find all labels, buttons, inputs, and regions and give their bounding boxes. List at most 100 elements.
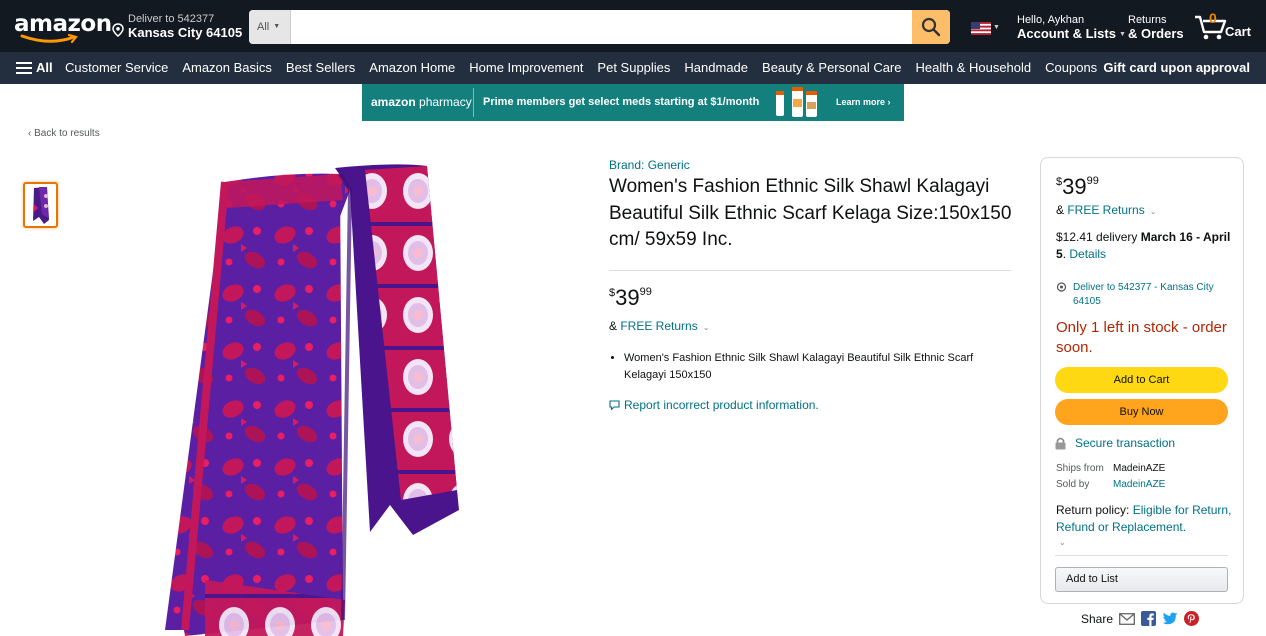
nav-items: Customer Service Amazon Basics Best Sell… <box>65 60 1097 75</box>
title-divider <box>609 270 1011 271</box>
deliver-line1: Deliver to 542377 <box>128 13 215 25</box>
product-thumbnail[interactable] <box>23 182 58 228</box>
us-flag-icon[interactable] <box>971 22 991 35</box>
buybox-free-returns: & FREE Returns ⌄ <box>1056 203 1156 217</box>
search-category-select[interactable]: All ▼ <box>249 10 291 44</box>
product-brand-link[interactable]: Brand: Generic <box>609 158 690 172</box>
sold-by-row: Sold by MadeinAZE <box>1056 477 1165 493</box>
buy-box: $3999 & FREE Returns ⌄ $12.41 delivery Ma… <box>1040 157 1244 604</box>
delivery-details-link[interactable]: Details <box>1069 247 1106 261</box>
nav-item-pet-supplies[interactable]: Pet Supplies <box>597 60 670 75</box>
add-to-list-button[interactable]: Add to List <box>1055 567 1228 592</box>
free-returns: & FREE Returns ⌄ <box>609 319 709 333</box>
back-to-results-link[interactable]: ‹ Back to results <box>28 128 100 139</box>
cart-label: Cart <box>1225 24 1252 39</box>
buy-now-button[interactable]: Buy Now <box>1055 399 1228 425</box>
nav-item-handmade[interactable]: Handmade <box>684 60 748 75</box>
comment-icon <box>609 400 620 410</box>
nav-gift-card-link[interactable]: Gift card upon approval <box>1103 60 1250 75</box>
search-category-label: All <box>257 21 270 33</box>
buybox-price-fraction: 99 <box>1086 175 1099 187</box>
ships-from-value: MadeinAZE <box>1113 463 1166 474</box>
chevron-down-icon[interactable]: ⌄ <box>1150 207 1157 216</box>
free-returns-prefix: & <box>609 319 621 333</box>
nav-item-coupons[interactable]: Coupons <box>1045 60 1097 75</box>
buybox-free-prefix: & <box>1056 203 1068 217</box>
language-caret-icon: ▼ <box>993 24 1000 31</box>
price-whole: 39 <box>615 285 640 310</box>
logo-smile-icon <box>20 34 78 44</box>
deliver-line2: Kansas City 64105 <box>128 25 243 40</box>
nav-item-health[interactable]: Health & Household <box>916 60 1032 75</box>
report-text: Report incorrect product information. <box>624 398 819 412</box>
return-policy-label: Return policy: <box>1056 503 1133 517</box>
nav-bar: All Customer Service Amazon Basics Best … <box>0 52 1266 84</box>
search-input[interactable] <box>291 10 911 44</box>
nav-item-beauty[interactable]: Beauty & Personal Care <box>762 60 901 75</box>
secure-text: Secure transaction <box>1075 436 1176 450</box>
pharmacy-banner[interactable]: amazon pharmacy Prime members get select… <box>362 84 904 121</box>
all-menu-label: All <box>36 60 53 75</box>
share-row: Share <box>1081 611 1200 626</box>
nav-item-best-sellers[interactable]: Best Sellers <box>286 60 355 75</box>
product-main-image[interactable] <box>165 160 475 636</box>
pharmacy-logo: amazon pharmacy <box>371 95 472 109</box>
email-icon[interactable] <box>1119 612 1135 625</box>
secure-transaction-link[interactable]: Secure transaction <box>1055 436 1175 450</box>
medicine-bottles-icon <box>776 87 817 117</box>
bullet-item: Women's Fashion Ethnic Silk Shawl Kalaga… <box>624 350 1009 384</box>
report-incorrect-info-link[interactable]: Report incorrect product information. <box>609 398 819 412</box>
product-price: $3999 <box>609 285 652 311</box>
buybox-price-whole: 39 <box>1062 174 1087 199</box>
returns-label: Returns <box>1128 14 1167 26</box>
free-returns-link[interactable]: FREE Returns <box>620 319 697 333</box>
return-policy: Return policy: Eligible for Return, Refu… <box>1056 502 1236 536</box>
account-lists[interactable]: Hello, Aykhan Account & Lists ▼ <box>1017 14 1126 41</box>
chevron-down-icon[interactable]: ⌄ <box>1059 538 1066 547</box>
all-menu-button[interactable]: All <box>16 60 53 75</box>
buybox-deliver-to-link[interactable]: Deliver to 542377 - Kansas City 64105 <box>1056 281 1236 309</box>
cart-count: 0 <box>1209 10 1217 26</box>
location-pin-icon <box>112 23 124 37</box>
delivery-info: $12.41 delivery March 16 - April 5. Deta… <box>1056 229 1236 263</box>
account-label: Account & Lists ▼ <box>1017 26 1126 41</box>
delivery-cost: $12.41 delivery <box>1056 230 1141 244</box>
returns-orders[interactable]: Returns & Orders <box>1128 14 1184 41</box>
product-bullets: Women's Fashion Ethnic Silk Shawl Kalaga… <box>624 350 1009 384</box>
orders-label: & Orders <box>1128 26 1184 41</box>
chevron-down-icon: ▼ <box>1118 31 1126 38</box>
nav-item-amazon-home[interactable]: Amazon Home <box>369 60 455 75</box>
stock-status: Only 1 left in stock - order soon. <box>1056 319 1227 356</box>
buybox-free-returns-link[interactable]: FREE Returns <box>1067 203 1144 217</box>
ships-from-row: Ships from MadeinAZE <box>1056 461 1165 477</box>
deliver-to-text: Deliver to 542377 - Kansas City 64105 <box>1073 282 1214 307</box>
add-to-cart-button[interactable]: Add to Cart <box>1055 367 1228 393</box>
amazon-logo[interactable]: amazon <box>14 9 112 44</box>
banner-learn-more-link[interactable]: Learn more › <box>836 97 891 107</box>
location-pin-icon <box>1056 282 1067 292</box>
account-greeting: Hello, Aykhan <box>1017 14 1085 26</box>
nav-item-customer-service[interactable]: Customer Service <box>65 60 168 75</box>
cart-button[interactable]: 0 Cart <box>1194 10 1256 44</box>
sold-by-link[interactable]: MadeinAZE <box>1113 479 1165 490</box>
banner-message: Prime members get select meds starting a… <box>483 96 760 108</box>
buybox-price: $3999 <box>1056 174 1099 200</box>
buybox-divider <box>1055 555 1228 556</box>
twitter-icon[interactable] <box>1162 612 1178 626</box>
nav-item-home-improvement[interactable]: Home Improvement <box>469 60 583 75</box>
chevron-down-icon[interactable]: ⌄ <box>703 323 710 332</box>
facebook-icon[interactable] <box>1141 611 1157 626</box>
pharmacy-logo-amazon: amazon <box>371 95 416 109</box>
nav-item-amazon-basics[interactable]: Amazon Basics <box>182 60 272 75</box>
search-button[interactable] <box>912 10 950 44</box>
price-fraction: 99 <box>639 286 652 298</box>
search-bar: All ▼ <box>249 10 950 44</box>
product-title: Women's Fashion Ethnic Silk Shawl Kalaga… <box>609 176 1012 250</box>
ships-from-label: Ships from <box>1056 463 1104 474</box>
shawl-thumbnail-image <box>33 187 49 224</box>
sold-by-label: Sold by <box>1056 479 1090 490</box>
account-lists-text: Account & Lists <box>1017 26 1116 41</box>
top-header: amazon Deliver to 542377 Kansas City 641… <box>0 0 1266 52</box>
pinterest-icon[interactable] <box>1184 611 1200 626</box>
hamburger-icon <box>16 61 32 74</box>
